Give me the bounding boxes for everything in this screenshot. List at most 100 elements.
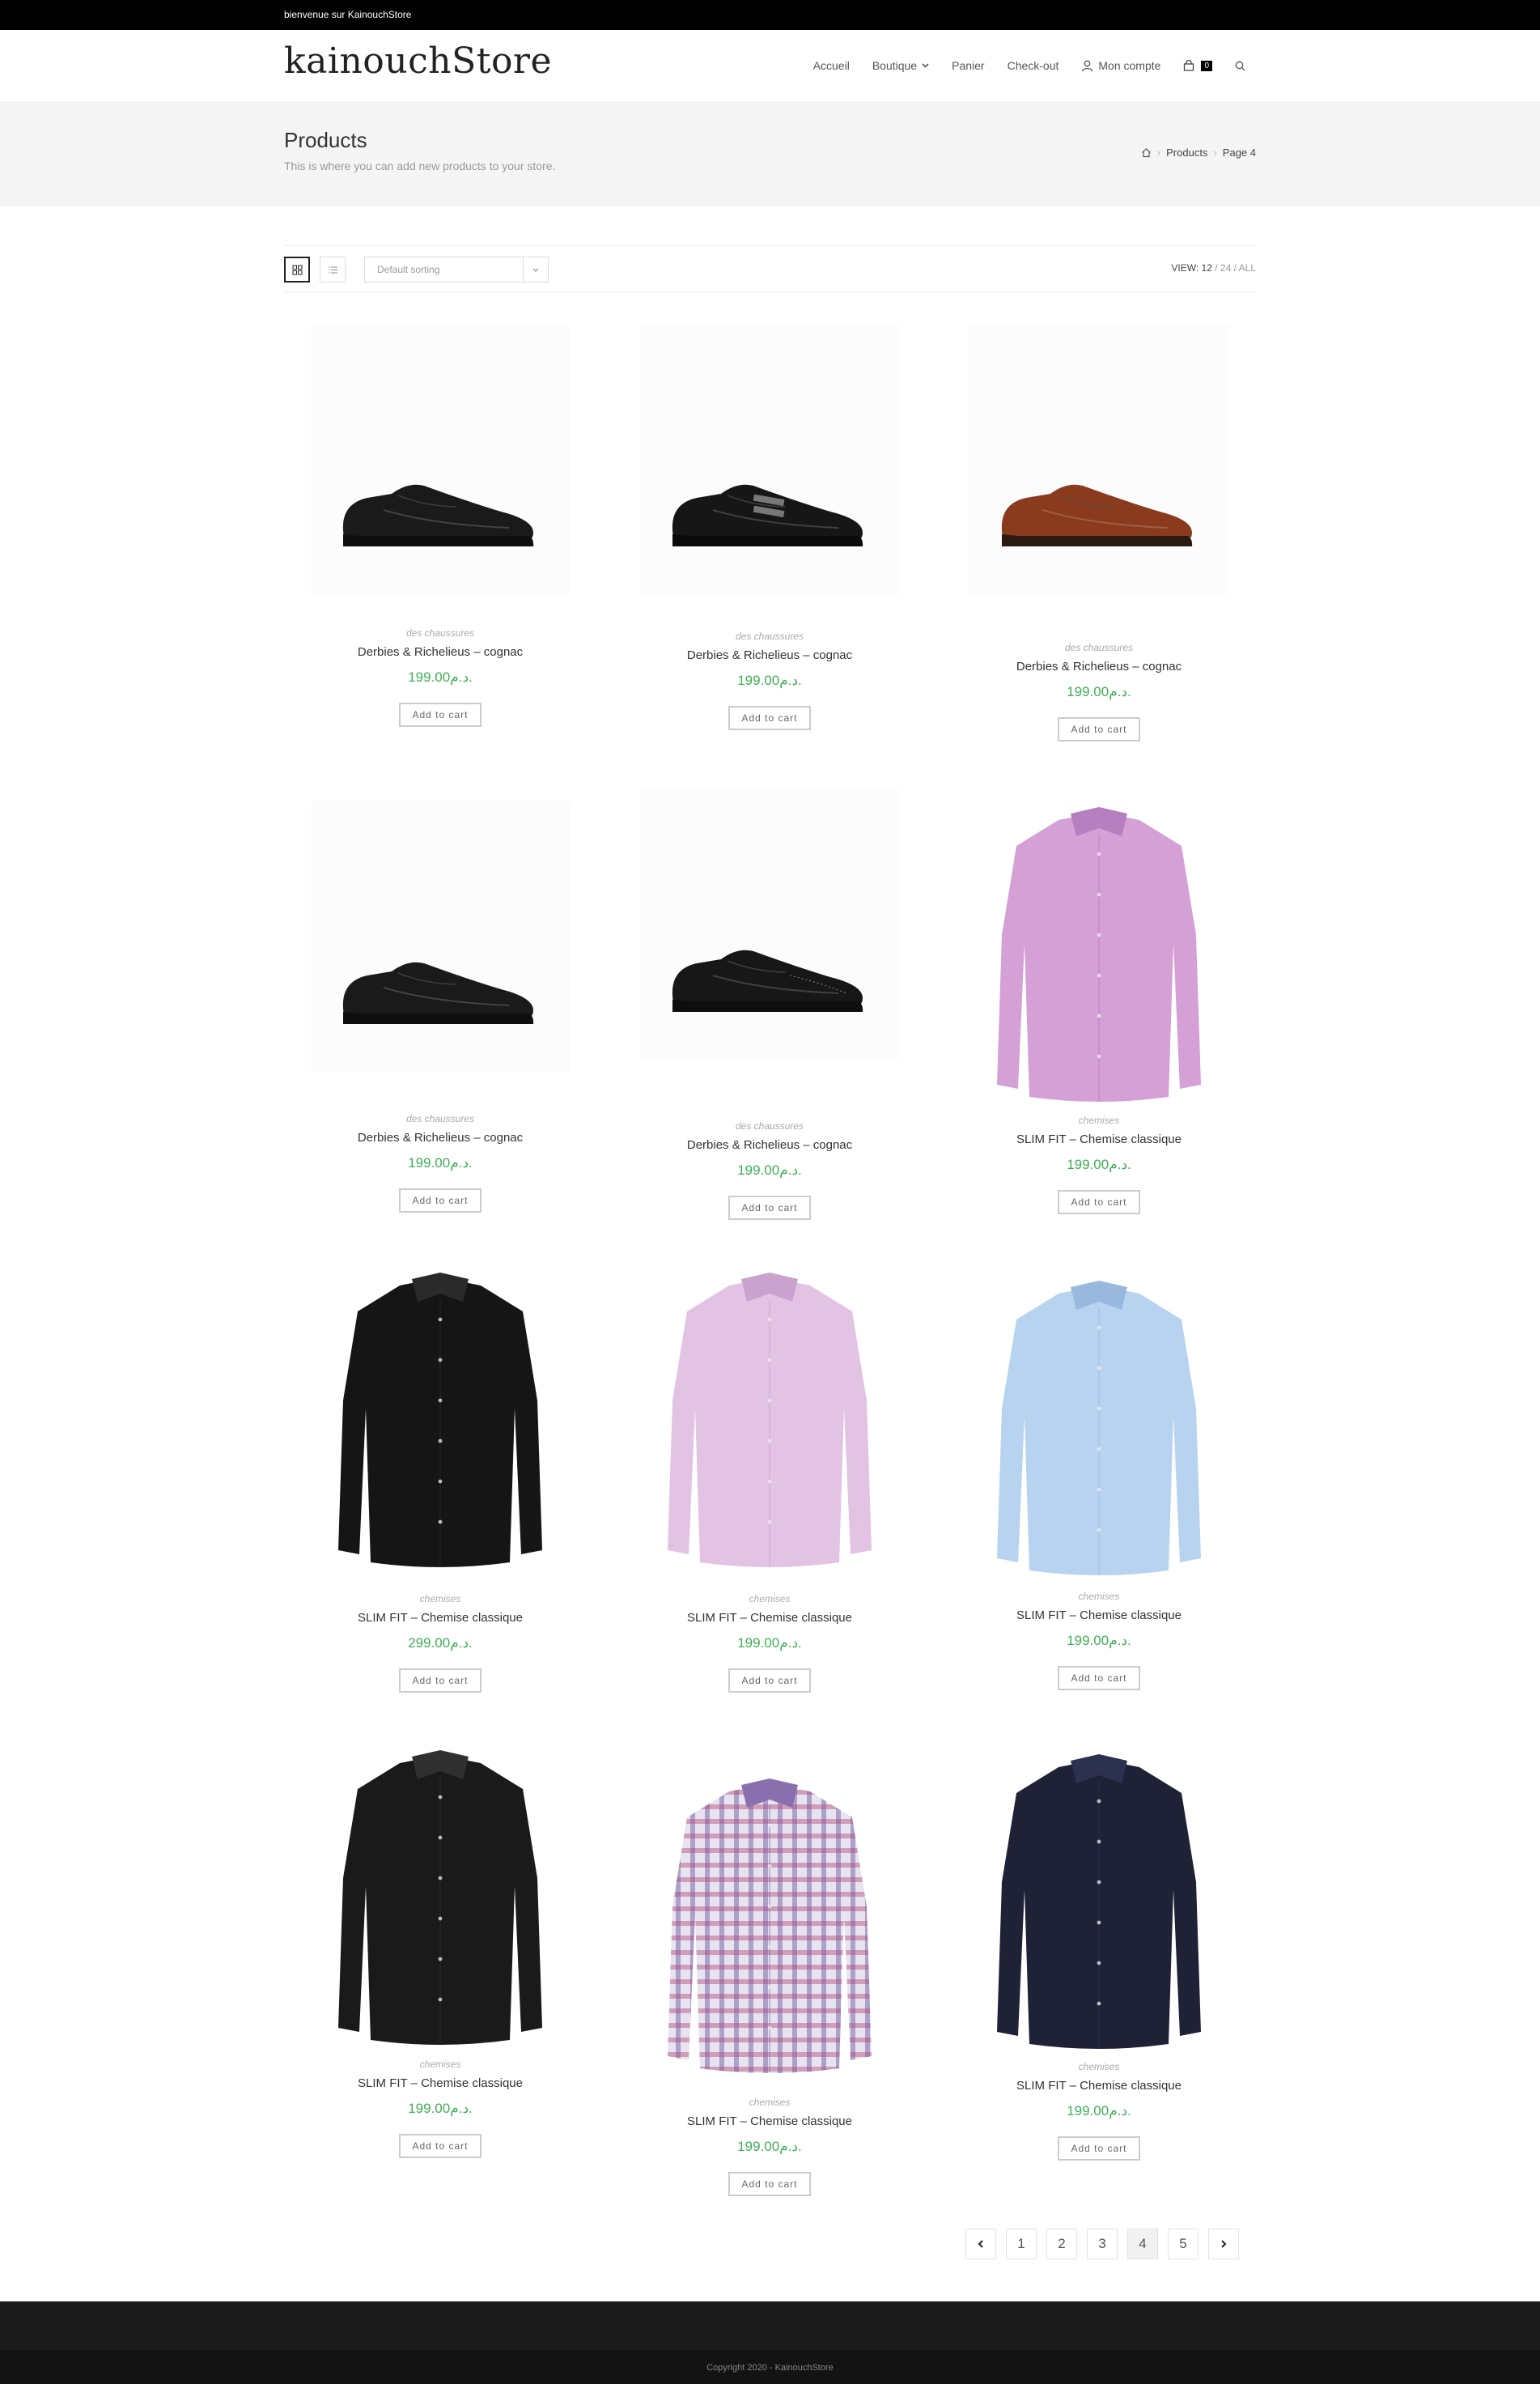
nav-mon-compte[interactable]: Mon compte [1070,59,1172,72]
product-image[interactable] [303,793,578,1085]
page-title: Products [284,128,367,152]
nav-accueil[interactable]: Accueil [802,59,861,72]
add-to-cart-button[interactable]: Add to cart [728,1196,811,1220]
product-price: 199.00د.م. [737,673,802,688]
page-subtitle: This is where you can add new products t… [284,159,556,172]
nav-panier[interactable]: Panier [940,59,995,72]
product-name[interactable]: Derbies & Richelieus – cognac [303,645,578,659]
product-name[interactable]: SLIM FIT – Chemise classique [303,2076,578,2090]
product-image[interactable] [632,781,907,1073]
breadcrumb-separator: › [1156,147,1161,159]
search-icon [1235,61,1245,70]
product-category[interactable]: des chaussures [632,631,907,642]
view-separator: / [1233,262,1237,274]
product-category[interactable]: des chaussures [961,642,1237,653]
add-to-cart-button[interactable]: Add to cart [1058,1190,1140,1214]
next-page-button[interactable] [1208,2229,1239,2259]
product-name[interactable]: SLIM FIT – Chemise classique [303,1611,578,1625]
product-category[interactable]: chemises [961,1115,1237,1126]
add-to-cart-button[interactable]: Add to cart [399,1188,482,1213]
nav-label: Check-out [1007,59,1059,72]
product-image[interactable] [961,316,1237,607]
product-category[interactable]: chemises [303,1593,578,1604]
add-to-cart-button[interactable]: Add to cart [399,1668,482,1693]
sort-select[interactable]: Default sorting [364,257,549,283]
product-image[interactable] [961,1736,1237,2064]
page-1[interactable]: 1 [1006,2229,1037,2259]
page-2[interactable]: 2 [1046,2229,1077,2259]
product-image[interactable] [961,789,1237,1117]
chevron-down-icon [523,257,548,282]
chevron-right-icon [1221,2240,1227,2248]
product-name[interactable]: SLIM FIT – Chemise classique [961,2079,1237,2093]
home-icon[interactable] [1141,147,1152,158]
site-logo[interactable]: kainouchStore [284,41,552,82]
add-to-cart-button[interactable]: Add to cart [1058,1666,1140,1690]
product-price: 199.00د.م. [408,2101,473,2116]
list-view-button[interactable] [320,257,346,283]
product-price: 199.00د.م. [408,669,473,685]
product-name[interactable]: SLIM FIT – Chemise classique [632,1611,907,1625]
add-to-cart-button[interactable]: Add to cart [399,703,482,727]
product-name[interactable]: SLIM FIT – Chemise classique [632,2114,907,2128]
product-image[interactable] [961,1263,1237,1591]
product-price: 199.00د.م. [1067,1157,1131,1172]
product-category[interactable]: des chaussures [303,1113,578,1124]
grid-icon [292,265,302,274]
user-icon [1082,60,1093,71]
add-to-cart-button[interactable]: Add to cart [728,1668,811,1693]
product-name[interactable]: Derbies & Richelieus – cognac [961,660,1237,674]
product-category[interactable]: des chaussures [303,627,578,639]
grid-view-button[interactable] [284,257,310,283]
nav-checkout[interactable]: Check-out [996,59,1071,72]
product-name[interactable]: Derbies & Richelieus – cognac [632,1138,907,1152]
product-image[interactable] [303,1732,578,2060]
product-image[interactable] [632,316,907,607]
breadcrumb-separator: › [1213,147,1217,159]
view-option-24[interactable]: 24 [1220,262,1231,274]
sort-value: Default sorting [377,264,440,275]
add-to-cart-button[interactable]: Add to cart [1058,2136,1140,2161]
product-image[interactable] [632,1761,907,2089]
product-category[interactable]: des chaussures [632,1120,907,1132]
product-name[interactable]: SLIM FIT – Chemise classique [961,1133,1237,1146]
product-category[interactable]: chemises [632,2097,907,2108]
add-to-cart-button[interactable]: Add to cart [728,2172,811,2196]
main-nav: Accueil Boutique Panier Check-out Mon co… [802,30,1257,101]
prev-page-button[interactable] [965,2229,996,2259]
view-option-all[interactable]: ALL [1239,262,1256,274]
view-separator: / [1215,262,1218,274]
chevron-left-icon [978,2240,983,2248]
page-3[interactable]: 3 [1087,2229,1118,2259]
add-to-cart-button[interactable]: Add to cart [399,2134,482,2158]
view-option-12[interactable]: 12 [1202,262,1212,274]
breadcrumb-products[interactable]: Products [1166,147,1207,159]
product-image[interactable] [303,1255,578,1583]
welcome-text: bienvenue sur KainouchStore [284,9,412,20]
site-header: kainouchStore Accueil Boutique Panier Ch… [0,30,1540,101]
site-footer: Copyright 2020 - KainouchStore [0,2301,1540,2384]
product-image[interactable] [632,1255,907,1583]
product-name[interactable]: SLIM FIT – Chemise classique [961,1608,1237,1622]
product-category[interactable]: chemises [961,1591,1237,1602]
add-to-cart-button[interactable]: Add to cart [728,706,811,730]
page-5[interactable]: 5 [1168,2229,1198,2259]
product-image[interactable] [303,316,578,607]
copyright-text: Copyright 2020 - KainouchStore [706,2363,834,2373]
top-bar: bienvenue sur KainouchStore [0,0,1540,30]
page-header: Products This is where you can add new p… [0,101,1540,206]
nav-cart[interactable]: 0 [1172,60,1224,71]
nav-boutique[interactable]: Boutique [861,59,940,72]
nav-search[interactable] [1224,61,1257,71]
product-category[interactable]: chemises [961,2061,1237,2072]
product-price: 199.00د.م. [1067,684,1131,699]
shopping-bag-icon [1184,60,1194,71]
product-name[interactable]: Derbies & Richelieus – cognac [303,1131,578,1145]
add-to-cart-button[interactable]: Add to cart [1058,717,1140,742]
nav-label: Boutique [872,59,918,72]
page-4-current: 4 [1127,2229,1158,2259]
breadcrumb-current: Page 4 [1222,147,1256,159]
product-name[interactable]: Derbies & Richelieus – cognac [632,648,907,662]
product-category[interactable]: chemises [632,1593,907,1604]
product-category[interactable]: chemises [303,2059,578,2070]
